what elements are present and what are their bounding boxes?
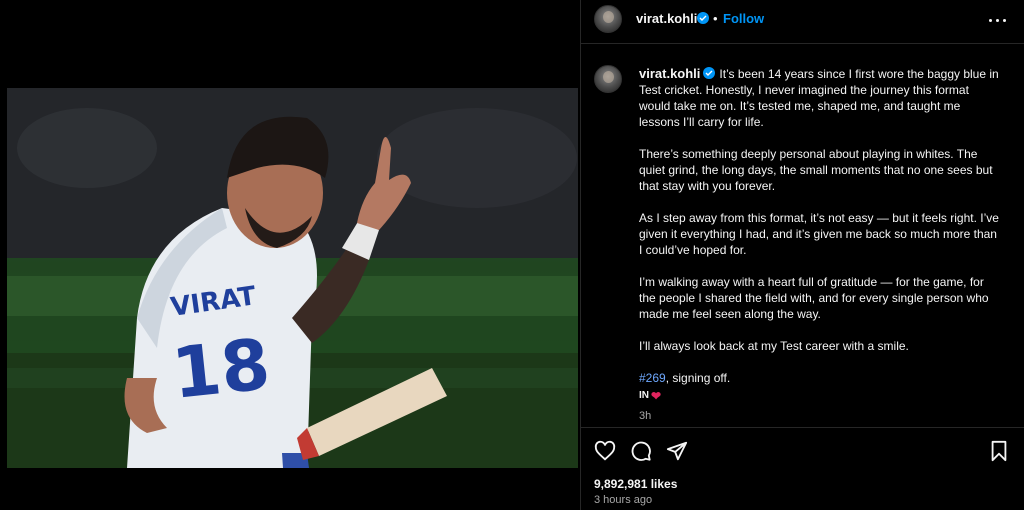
caption-paragraph-5: I’ll always look back at my Test career … <box>639 339 909 353</box>
hashtag-suffix: , signing off. <box>665 371 731 385</box>
post-media: VIRAT 18 <box>0 0 580 510</box>
caption-paragraph-6: #269, signing off. <box>639 370 1001 386</box>
likes-count[interactable]: 9,892,981 likes <box>594 477 677 491</box>
avatar[interactable] <box>594 5 622 33</box>
follow-button[interactable]: Follow <box>723 11 764 26</box>
flag-text: IN <box>639 390 649 401</box>
heart-emoji: ❤ <box>651 389 662 403</box>
post-photo[interactable]: VIRAT 18 <box>7 88 578 468</box>
heart-icon[interactable] <box>594 440 616 462</box>
jersey-number: 18 <box>168 323 273 415</box>
verified-badge-icon <box>703 67 716 79</box>
post-timestamp: 3 hours ago <box>594 494 653 506</box>
more-options-icon[interactable] <box>987 11 1009 31</box>
caption-paragraph-3: As I step away from this format, it’s no… <box>639 211 999 257</box>
caption-timestamp[interactable]: 3h <box>639 408 1001 424</box>
verified-badge-icon <box>697 12 709 24</box>
caption-section: virat.kohli It’s been 14 years since I fi… <box>581 45 1024 427</box>
share-icon[interactable] <box>666 440 688 462</box>
caption-avatar[interactable] <box>594 65 622 93</box>
hashtag-link[interactable]: #269 <box>639 371 666 385</box>
flag-line: IN ❤ <box>639 388 1001 404</box>
comment-icon[interactable] <box>630 440 652 462</box>
caption-username-link[interactable]: virat.kohli <box>639 66 700 81</box>
cricketer-photo: VIRAT 18 <box>7 88 578 468</box>
bookmark-icon[interactable] <box>988 440 1010 462</box>
username-link[interactable]: virat.kohli <box>636 11 697 26</box>
caption-paragraph-4: I’m walking away with a heart full of gr… <box>639 275 989 321</box>
post-actions: 9,892,981 likes 3 hours ago <box>581 427 1024 510</box>
caption-paragraph-2: There’s something deeply personal about … <box>639 147 993 193</box>
caption-paragraph: virat.kohli It’s been 14 years since I fi… <box>639 66 1001 130</box>
post-header: virat.kohli • Follow <box>581 0 1024 44</box>
separator-dot: • <box>713 11 718 26</box>
caption-text: virat.kohli It’s been 14 years since I fi… <box>639 66 1001 424</box>
post-side-panel: virat.kohli • Follow virat.kohli It’s bee… <box>580 0 1024 510</box>
